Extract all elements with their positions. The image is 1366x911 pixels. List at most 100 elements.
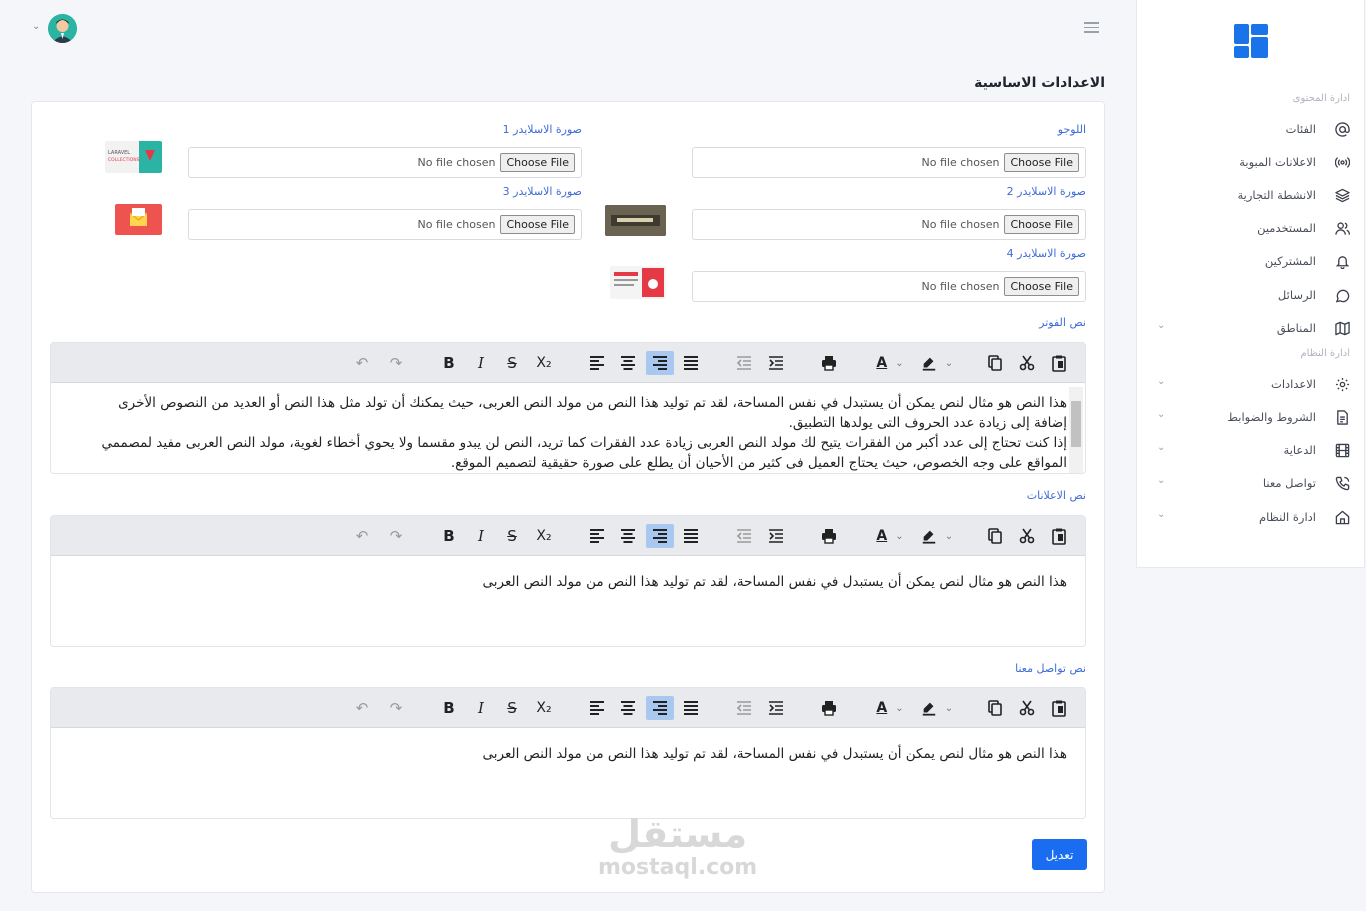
outdent-icon[interactable] [730, 696, 758, 720]
logo-file-input[interactable]: No file chosen Choose File [692, 147, 1086, 178]
highlight-color-icon[interactable]: ⌄ [915, 351, 959, 375]
bold-icon[interactable]: B [435, 351, 463, 375]
bold-icon[interactable]: B [435, 524, 463, 548]
subscript-icon[interactable]: X₂ [530, 696, 558, 720]
save-button[interactable]: تعديل [1032, 839, 1087, 870]
redo-icon[interactable]: ↷ [382, 696, 410, 720]
indent-icon[interactable] [762, 524, 790, 548]
cut-icon[interactable] [1013, 524, 1041, 548]
sidebar-item-users[interactable]: المستخدمين [1150, 216, 1350, 240]
align-center-icon[interactable] [614, 351, 642, 375]
redo-icon[interactable]: ↷ [382, 524, 410, 548]
italic-icon[interactable]: I [467, 524, 495, 548]
slider1-file-input[interactable]: No file chosen Choose File [188, 147, 582, 178]
copy-icon[interactable] [981, 524, 1009, 548]
home-icon [1334, 509, 1350, 525]
contact-text-editor[interactable]: ↶ ↷ B I S X₂ A ⌄ ⌄ هذا النص هو مثال لنص ي… [50, 687, 1086, 819]
paste-icon[interactable] [1045, 351, 1073, 375]
italic-icon[interactable]: I [467, 351, 495, 375]
print-icon[interactable] [815, 696, 843, 720]
chevron-down-icon[interactable]: ⌄ [1157, 320, 1165, 331]
align-left-icon[interactable] [583, 696, 611, 720]
chevron-down-icon[interactable]: ⌄ [1157, 509, 1165, 520]
hamburger-menu-icon[interactable] [1084, 22, 1099, 34]
bold-icon[interactable]: B [435, 696, 463, 720]
sidebar-item-system-admin[interactable]: ⌄ ادارة النظام [1150, 505, 1350, 529]
italic-icon[interactable]: I [467, 696, 495, 720]
align-left-icon[interactable] [583, 351, 611, 375]
sidebar-item-subscribers[interactable]: المشتركين [1150, 249, 1350, 273]
contact-text-content[interactable]: هذا النص هو مثال لنص يمكن أن يستبدل في ن… [51, 728, 1085, 818]
copy-icon[interactable] [981, 351, 1009, 375]
slider2-file-input[interactable]: No file chosen Choose File [692, 209, 1086, 240]
slider3-file-input[interactable]: No file chosen Choose File [188, 209, 582, 240]
undo-icon[interactable]: ↶ [348, 696, 376, 720]
align-right-icon[interactable] [646, 696, 674, 720]
align-left-icon[interactable] [583, 524, 611, 548]
highlight-color-icon[interactable]: ⌄ [915, 696, 959, 720]
sidebar-item-terms[interactable]: ⌄ الشروط والضوابط [1150, 405, 1350, 429]
sidebar-item-regions[interactable]: ⌄ المناطق [1150, 316, 1350, 340]
ads-text-content[interactable]: هذا النص هو مثال لنص يمكن أن يستبدل في ن… [51, 556, 1085, 646]
align-justify-icon[interactable] [677, 524, 705, 548]
undo-icon[interactable]: ↶ [348, 524, 376, 548]
slider1-thumbnail: LARAVEL COLLECTIONS [105, 141, 162, 173]
footer-text-content[interactable]: هذا النص هو مثال لنص يمكن أن يستبدل في ن… [51, 383, 1085, 473]
outdent-icon[interactable] [730, 524, 758, 548]
chevron-down-icon[interactable]: ⌄ [1157, 409, 1165, 420]
app-logo-icon[interactable] [1234, 24, 1268, 58]
strikethrough-icon[interactable]: S [498, 351, 526, 375]
text-color-icon[interactable]: A ⌄ [868, 696, 912, 720]
ads-text-editor[interactable]: ↶ ↷ B I S X₂ A ⌄ ⌄ هذا النص هو مثال لنص ي… [50, 515, 1086, 647]
indent-icon[interactable] [762, 696, 790, 720]
slider4-file-input[interactable]: No file chosen Choose File [692, 271, 1086, 302]
chevron-down-icon[interactable]: ⌄ [1157, 376, 1165, 387]
choose-file-button[interactable]: Choose File [500, 153, 575, 172]
sidebar-item-classifieds[interactable]: الاعلانات المبوبة [1150, 150, 1350, 174]
choose-file-button[interactable]: Choose File [1004, 215, 1079, 234]
slider1-label: صورة الاسلايدر 1 [502, 123, 582, 136]
choose-file-button[interactable]: Choose File [1004, 153, 1079, 172]
chevron-down-icon[interactable]: ⌄ [1157, 475, 1165, 486]
sidebar-item-advertising[interactable]: ⌄ الدعاية [1150, 438, 1350, 462]
paste-icon[interactable] [1045, 696, 1073, 720]
sidebar-item-categories[interactable]: الفئات [1150, 117, 1350, 141]
text-color-icon[interactable]: A ⌄ [868, 524, 912, 548]
choose-file-button[interactable]: Choose File [1004, 277, 1079, 296]
undo-icon[interactable]: ↶ [348, 351, 376, 375]
chevron-down-icon[interactable]: ⌄ [32, 21, 40, 32]
redo-icon[interactable]: ↷ [382, 351, 410, 375]
sidebar-item-label: ادارة النظام [1259, 510, 1316, 524]
cut-icon[interactable] [1013, 696, 1041, 720]
print-icon[interactable] [815, 351, 843, 375]
strikethrough-icon[interactable]: S [498, 696, 526, 720]
editor-scrollbar[interactable] [1069, 387, 1083, 473]
strikethrough-icon[interactable]: S [498, 524, 526, 548]
align-justify-icon[interactable] [677, 351, 705, 375]
highlight-color-icon[interactable]: ⌄ [915, 524, 959, 548]
align-right-icon[interactable] [646, 351, 674, 375]
subscript-icon[interactable]: X₂ [530, 351, 558, 375]
document-icon [1334, 409, 1350, 425]
paste-icon[interactable] [1045, 524, 1073, 548]
text-color-icon[interactable]: A ⌄ [868, 351, 912, 375]
align-right-icon[interactable] [646, 524, 674, 548]
print-icon[interactable] [815, 524, 843, 548]
outdent-icon[interactable] [730, 351, 758, 375]
copy-icon[interactable] [981, 696, 1009, 720]
sidebar-item-businesses[interactable]: الانشطة التجارية [1150, 183, 1350, 207]
sidebar-item-contact[interactable]: ⌄ تواصل معنا [1150, 471, 1350, 495]
choose-file-button[interactable]: Choose File [500, 215, 575, 234]
footer-text-editor[interactable]: ↶ ↷ B I S X₂ A ⌄ ⌄ هذا النص هو مثال لنص ي… [50, 342, 1086, 474]
sidebar-item-settings[interactable]: ⌄ الاعدادات [1150, 372, 1350, 396]
indent-icon[interactable] [762, 351, 790, 375]
avatar[interactable] [48, 14, 77, 43]
cut-icon[interactable] [1013, 351, 1041, 375]
align-center-icon[interactable] [614, 524, 642, 548]
align-center-icon[interactable] [614, 696, 642, 720]
align-justify-icon[interactable] [677, 696, 705, 720]
subscript-icon[interactable]: X₂ [530, 524, 558, 548]
no-file-text: No file chosen [921, 218, 1000, 231]
sidebar-item-messages[interactable]: الرسائل [1150, 283, 1350, 307]
chevron-down-icon[interactable]: ⌄ [1157, 442, 1165, 453]
